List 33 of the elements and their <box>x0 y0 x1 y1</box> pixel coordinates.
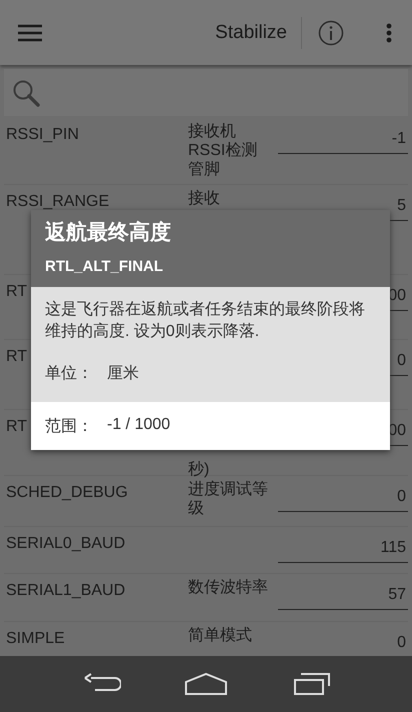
range-label: 范围： <box>45 416 93 437</box>
unit-value: 厘米 <box>107 364 139 384</box>
parameter-name: SCHED_DEBUG <box>6 484 128 501</box>
range-value: -1 / 1000 <box>107 416 170 435</box>
parameter-name: SIMPLE <box>6 630 65 647</box>
home-icon[interactable] <box>184 672 228 696</box>
parameter-name: RSSI_RANGE <box>6 193 110 210</box>
value-field[interactable]: 57 <box>278 582 408 610</box>
search-field[interactable] <box>4 69 408 116</box>
more-options-icon[interactable] <box>386 22 392 42</box>
parameter-description: 简单模式 <box>188 627 252 644</box>
parameter-name: RT <box>6 283 28 300</box>
menu-icon[interactable] <box>18 24 42 42</box>
search-icon <box>12 78 40 106</box>
info-icon[interactable] <box>318 20 344 46</box>
parameter-name: RT <box>6 418 28 435</box>
parameter-description: 秒) <box>188 461 210 478</box>
unit-label: 单位： <box>45 364 93 384</box>
parameter-description: 进度调试等级 <box>188 481 268 517</box>
parameter-description: 接收机RSSI检测管脚 <box>188 123 258 178</box>
parameter-name: RTL_ALT_FINAL <box>45 258 164 275</box>
value-field[interactable]: 115 <box>278 535 408 563</box>
parameter-description: 这是飞行器在返航或者任务结束的最终阶段将维持的高度. 设为0则表示降落. <box>45 300 366 342</box>
parameter-name: SERIAL0_BAUD <box>6 535 126 552</box>
value-field[interactable]: 0 <box>278 484 408 512</box>
app-title: Stabilize <box>215 22 287 44</box>
parameter-name: RT <box>6 348 28 365</box>
parameter-name: SERIAL1_BAUD <box>6 582 126 599</box>
parameter-name: RSSI_PIN <box>6 126 79 143</box>
value-field[interactable]: -1 <box>278 126 408 154</box>
parameter-description: 数传波特率 <box>188 579 268 596</box>
dialog-title: 返航最终高度 <box>45 220 172 246</box>
parameter-description: 接收 <box>188 190 220 207</box>
